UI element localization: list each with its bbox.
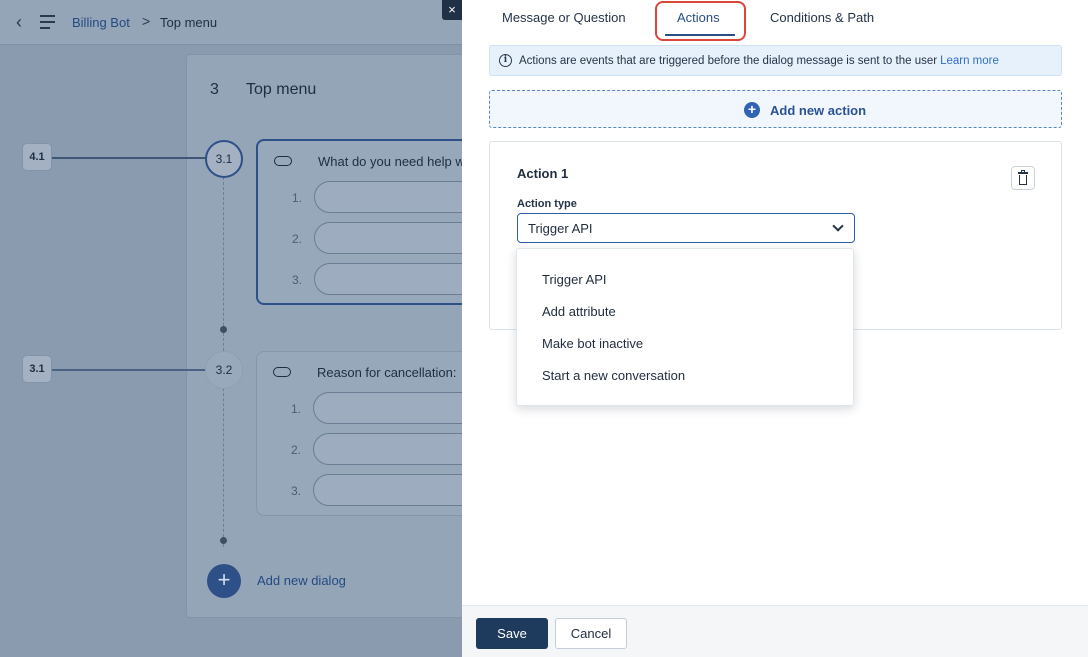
option-input[interactable] bbox=[314, 263, 462, 295]
tab-highlight-annotation bbox=[655, 1, 746, 41]
dialog-question: Reason for cancellation: bbox=[317, 365, 457, 380]
side-badge[interactable]: 3.1 bbox=[22, 355, 52, 383]
option-input[interactable] bbox=[313, 392, 462, 424]
flow-dot bbox=[220, 537, 227, 544]
connector-line bbox=[52, 369, 206, 371]
info-banner: i Actions are events that are triggered … bbox=[489, 45, 1062, 76]
breadcrumb-bot-link[interactable]: Billing Bot bbox=[72, 15, 130, 30]
save-button[interactable]: Save bbox=[476, 618, 548, 649]
option-input[interactable] bbox=[314, 181, 462, 213]
back-arrow-icon[interactable]: ‹ bbox=[16, 12, 22, 33]
menu-title: Top menu bbox=[246, 81, 317, 98]
breadcrumb-current: Top menu bbox=[160, 15, 218, 30]
hamburger-menu-icon[interactable] bbox=[40, 15, 55, 33]
dialog-builder-canvas: ‹ Billing Bot > Top menu 3 Top menu 4.1 … bbox=[0, 0, 462, 657]
action-title: Action 1 bbox=[517, 166, 569, 181]
dialog-question: What do you need help w bbox=[318, 154, 462, 169]
add-dialog-plus-icon[interactable]: + bbox=[207, 564, 241, 598]
add-new-action-label: Add new action bbox=[770, 103, 867, 118]
chevron-down-icon bbox=[832, 220, 844, 232]
breadcrumb-separator-icon: > bbox=[142, 13, 151, 29]
info-icon: i bbox=[499, 54, 512, 67]
action-type-value: Trigger API bbox=[528, 221, 593, 236]
menu-number: 3 bbox=[210, 81, 219, 98]
button-type-icon bbox=[274, 156, 292, 166]
dropdown-option-start-new-conversation[interactable]: Start a new conversation bbox=[542, 368, 685, 383]
panel-tabs: Message or Question Actions Conditions &… bbox=[462, 0, 1088, 41]
flow-dot bbox=[220, 326, 227, 333]
delete-action-trash-icon[interactable] bbox=[1011, 166, 1035, 190]
option-input[interactable] bbox=[313, 474, 462, 506]
add-new-action-button[interactable]: + Add new action bbox=[489, 90, 1062, 128]
tab-message-or-question[interactable]: Message or Question bbox=[502, 10, 626, 25]
option-number: 2. bbox=[291, 443, 302, 457]
info-message: Actions are events that are triggered be… bbox=[519, 55, 938, 67]
button-type-icon bbox=[273, 367, 291, 377]
add-new-dialog-link[interactable]: Add new dialog bbox=[257, 573, 346, 588]
option-number: 1. bbox=[291, 402, 302, 416]
option-input[interactable] bbox=[313, 433, 462, 465]
dropdown-option-trigger-api[interactable]: Trigger API bbox=[542, 272, 607, 287]
dropdown-option-make-bot-inactive[interactable]: Make bot inactive bbox=[542, 336, 643, 351]
tab-conditions-path[interactable]: Conditions & Path bbox=[770, 10, 874, 25]
panel-footer: Save Cancel bbox=[462, 605, 1088, 657]
option-input[interactable] bbox=[314, 222, 462, 254]
info-text: Actions are events that are triggered be… bbox=[519, 55, 999, 67]
action-type-label: Action type bbox=[517, 198, 577, 210]
learn-more-link[interactable]: Learn more bbox=[940, 55, 999, 67]
builder-topbar: ‹ Billing Bot > Top menu bbox=[0, 0, 462, 45]
option-number: 1. bbox=[292, 191, 303, 205]
side-badge[interactable]: 4.1 bbox=[22, 143, 52, 171]
dialog-settings-panel: Message or Question Actions Conditions &… bbox=[462, 0, 1088, 657]
plus-circle-icon: + bbox=[744, 102, 760, 118]
dialog-number-badge[interactable]: 3.1 bbox=[205, 140, 243, 178]
option-number: 3. bbox=[291, 484, 302, 498]
close-panel-icon[interactable]: × bbox=[442, 0, 462, 20]
dialog-number-badge[interactable]: 3.2 bbox=[205, 351, 243, 389]
connector-line bbox=[52, 157, 206, 159]
dialog-card[interactable]: What do you need help w 1. 2. 3. bbox=[256, 139, 462, 305]
option-number: 2. bbox=[292, 232, 303, 246]
cancel-button[interactable]: Cancel bbox=[555, 618, 627, 649]
option-number: 3. bbox=[292, 273, 303, 287]
action-type-dropdown: Trigger API Add attribute Make bot inact… bbox=[516, 248, 854, 406]
action-type-select[interactable]: Trigger API bbox=[517, 213, 855, 243]
dropdown-option-add-attribute[interactable]: Add attribute bbox=[542, 304, 616, 319]
dialog-card[interactable]: Reason for cancellation: 1. 2. 3. bbox=[256, 351, 462, 516]
